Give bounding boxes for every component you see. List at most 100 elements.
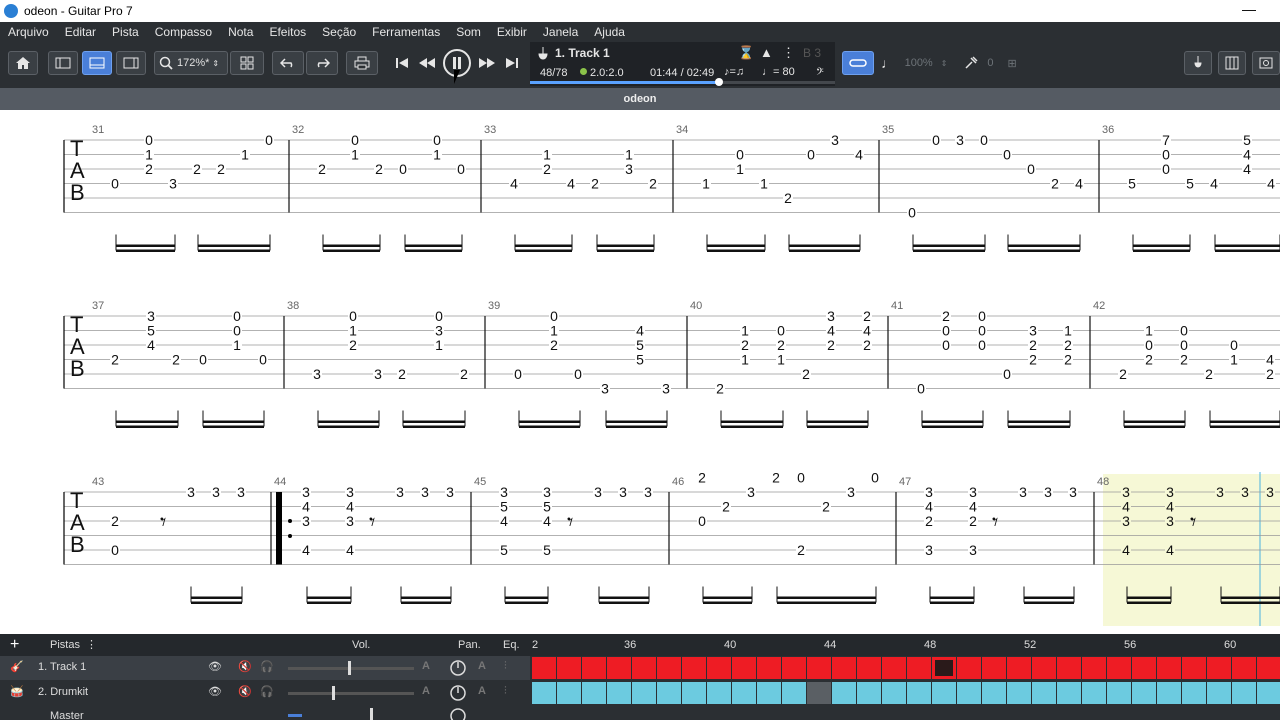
playback-progress-handle[interactable] xyxy=(715,78,724,86)
fret-number[interactable]: 2 xyxy=(1119,366,1127,382)
timeline-bar-block[interactable] xyxy=(582,682,606,704)
fret-number[interactable]: 2 xyxy=(1205,366,1213,382)
fret-number[interactable]: 0 xyxy=(1003,366,1011,382)
tracks-menu-icon[interactable]: ⋮ xyxy=(86,638,97,651)
timeline-bar-block[interactable] xyxy=(1007,657,1031,679)
fret-number[interactable]: 4 xyxy=(500,513,508,529)
redo-button[interactable] xyxy=(306,51,338,75)
fret-number[interactable]: 3 xyxy=(446,484,454,500)
timeline-bar-block[interactable] xyxy=(657,657,681,679)
mute-icon[interactable]: 🔇 xyxy=(238,685,252,698)
fret-number[interactable]: 3 xyxy=(212,484,220,500)
timeline-bar-block[interactable] xyxy=(932,657,956,679)
rewind-button[interactable] xyxy=(416,51,438,75)
fret-number[interactable]: 2 xyxy=(1064,352,1072,368)
fret-number[interactable]: 4 xyxy=(346,542,354,558)
fret-number[interactable]: 2 xyxy=(193,161,201,177)
fret-number[interactable]: 2 xyxy=(969,513,977,529)
volume-slider-handle[interactable] xyxy=(348,661,351,675)
minimize-button[interactable]: — xyxy=(1242,1,1256,17)
timeline-bar-block[interactable] xyxy=(882,657,906,679)
timeline-bar-block[interactable] xyxy=(1082,682,1106,704)
fret-number[interactable]: 3 xyxy=(421,484,429,500)
timeline-bar-block[interactable] xyxy=(682,682,706,704)
fret-number[interactable]: 0 xyxy=(932,132,940,148)
timeline-bar-block[interactable] xyxy=(707,682,731,704)
fret-number[interactable]: 2 xyxy=(111,352,119,368)
timeline-bar-block[interactable] xyxy=(1132,682,1156,704)
timeline-bar-block[interactable] xyxy=(982,682,1006,704)
fret-number[interactable]: 4 xyxy=(567,176,575,192)
tuner-icon[interactable]: 𝄢 xyxy=(816,66,824,81)
fret-number[interactable]: 0 xyxy=(111,176,119,192)
fret-number[interactable]: 0 xyxy=(978,337,986,353)
fret-number[interactable]: 3 xyxy=(1019,484,1027,500)
menu-item-compasso[interactable]: Compasso xyxy=(147,25,220,39)
menu-item-exibir[interactable]: Exibir xyxy=(489,25,535,39)
menu-item-nota[interactable]: Nota xyxy=(220,25,261,39)
fret-number[interactable]: 2 xyxy=(591,176,599,192)
fret-number[interactable]: 3 xyxy=(747,484,755,500)
fret-number[interactable]: 5 xyxy=(1186,176,1194,192)
fret-number[interactable]: 1 xyxy=(351,147,359,163)
fret-number[interactable]: 4 xyxy=(1243,161,1251,177)
more-options-icon[interactable]: ⋮ xyxy=(782,45,795,61)
pan-knob[interactable] xyxy=(450,660,466,676)
solo-headphones-icon[interactable]: 🎧 xyxy=(260,685,274,698)
fret-number[interactable]: 3 xyxy=(847,484,855,500)
timeline-bar-block[interactable] xyxy=(1057,657,1081,679)
view-bottom-panel-button[interactable] xyxy=(82,51,112,75)
add-track-button[interactable]: + xyxy=(10,636,19,654)
fret-number[interactable]: 1 xyxy=(435,337,443,353)
track-timeline-lane[interactable] xyxy=(532,656,1280,680)
fret-number[interactable]: 5 xyxy=(543,542,551,558)
timeline-bar-block[interactable] xyxy=(807,682,831,704)
track-row[interactable]: 🥁 2. Drumkit 👁 🔇 🎧 A A ⫶ xyxy=(0,681,530,705)
timeline-bar-block[interactable] xyxy=(632,682,656,704)
fret-number[interactable]: 3 xyxy=(313,366,321,382)
timeline-bar-block[interactable] xyxy=(1082,657,1106,679)
fret-number[interactable]: 2 xyxy=(784,190,792,206)
timeline-bar-block[interactable] xyxy=(957,657,981,679)
metronome-note-button[interactable]: ♩ xyxy=(880,51,896,75)
track-name[interactable]: 2. Drumkit xyxy=(38,686,88,698)
volume-slider-handle[interactable] xyxy=(332,686,335,700)
timeline-bar-block[interactable] xyxy=(1232,657,1256,679)
fret-number[interactable]: 3 xyxy=(1216,484,1224,500)
fret-number[interactable]: 2 xyxy=(772,470,780,486)
fret-number[interactable]: 0 xyxy=(574,366,582,382)
fret-number[interactable]: 4 xyxy=(302,542,310,558)
fret-number[interactable]: 0 xyxy=(265,132,273,148)
fret-number[interactable]: 0 xyxy=(1162,161,1170,177)
fret-number[interactable]: 3 xyxy=(1241,484,1249,500)
fret-number[interactable]: 3 xyxy=(1266,484,1274,500)
timeline-bar-block[interactable] xyxy=(757,682,781,704)
menu-item-ferramentas[interactable]: Ferramentas xyxy=(364,25,448,39)
fret-number[interactable]: 0 xyxy=(111,542,119,558)
timeline-bar-block[interactable] xyxy=(757,657,781,679)
fret-number[interactable]: 3 xyxy=(925,542,933,558)
timeline-bar-block[interactable] xyxy=(732,682,756,704)
fret-number[interactable]: 4 xyxy=(1075,176,1083,192)
go-to-end-button[interactable] xyxy=(502,51,522,75)
fret-number[interactable]: 2 xyxy=(822,499,830,515)
fret-number[interactable]: 3 xyxy=(969,542,977,558)
fret-number[interactable]: 0 xyxy=(1003,147,1011,163)
fret-number[interactable]: 4 xyxy=(1166,542,1174,558)
fret-number[interactable]: 1 xyxy=(1230,352,1238,368)
timeline-bar-block[interactable] xyxy=(1132,657,1156,679)
instrument-view-button[interactable] xyxy=(1184,51,1212,75)
layout-selector[interactable] xyxy=(230,51,264,75)
print-button[interactable] xyxy=(346,51,378,75)
timeline-bar-block[interactable] xyxy=(1257,657,1280,679)
tuning-button[interactable] xyxy=(960,51,982,75)
fret-number[interactable]: 3 xyxy=(1122,513,1130,529)
fret-number[interactable]: 0 xyxy=(514,366,522,382)
fret-number[interactable]: 4 xyxy=(855,147,863,163)
timeline-bar-block[interactable] xyxy=(807,657,831,679)
fret-number[interactable]: 2 xyxy=(145,161,153,177)
fret-number[interactable]: 3 xyxy=(187,484,195,500)
timeline-bar-block[interactable] xyxy=(532,682,556,704)
fret-number[interactable]: 0 xyxy=(457,161,465,177)
fret-number[interactable]: 0 xyxy=(942,337,950,353)
